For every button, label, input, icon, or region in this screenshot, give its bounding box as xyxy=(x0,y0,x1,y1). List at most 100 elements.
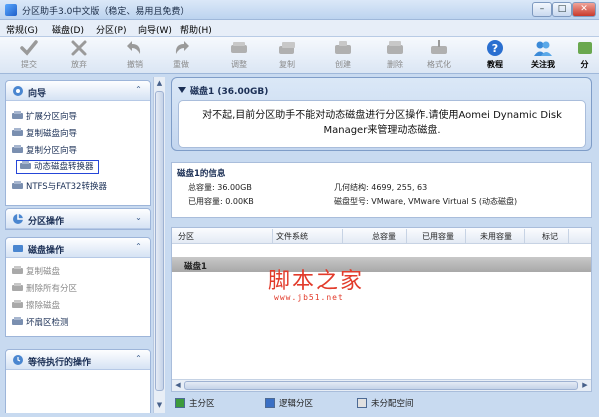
discard-button[interactable]: 放弃 xyxy=(60,39,98,72)
checkmark-icon xyxy=(20,40,38,56)
total-capacity: 总容量: 36.00GB xyxy=(188,183,252,192)
disk-copy-icon xyxy=(279,42,295,54)
disk-create-icon xyxy=(335,41,351,54)
disk-icon xyxy=(12,181,23,189)
menu-wizard[interactable]: 向导(W) xyxy=(138,23,172,36)
toolbar: 提交 放弃 撤销 重做 调整 复制 创建 删除 格式化 ? 教程 关注我 分 xyxy=(0,37,599,74)
chevron-up-icon[interactable]: ⌃ xyxy=(133,85,144,96)
disk-info-box: 磁盘1的信息 总容量: 36.00GB 已用容量: 0.00KB 几何结构: 4… xyxy=(171,162,592,218)
scrollbar-thumb[interactable] xyxy=(184,381,578,390)
col-partition[interactable]: 分区 xyxy=(178,231,194,242)
minimize-button[interactable]: – xyxy=(532,2,552,17)
menu-partition[interactable]: 分区(P) xyxy=(96,23,126,36)
sidebar-item-copy-disk-wizard[interactable]: 复制磁盘向导 xyxy=(12,127,77,140)
triangle-down-icon xyxy=(178,87,186,93)
copy-button[interactable]: 复制 xyxy=(268,39,306,72)
disk-header: 磁盘1 (36.00GB) xyxy=(178,84,268,97)
col-total[interactable]: 总容量 xyxy=(372,231,396,242)
table-header: 分区 文件系统 总容量 已用容量 未用容量 标记 xyxy=(172,228,591,244)
disk-icon xyxy=(12,145,23,153)
col-used[interactable]: 已用容量 xyxy=(422,231,454,242)
sidebar-scrollbar[interactable]: ▲ ▼ xyxy=(153,77,165,413)
follow-button[interactable]: 关注我 xyxy=(524,39,562,72)
sidebar-item-delete-all-partitions[interactable]: 删除所有分区 xyxy=(12,282,77,295)
watermark-text: 脚本之家 xyxy=(268,269,365,294)
share-button[interactable]: 分 xyxy=(570,39,599,72)
sidebar-item-copy-disk[interactable]: 复制磁盘 xyxy=(12,265,60,278)
wizard-icon xyxy=(13,86,23,96)
redo-button[interactable]: 重做 xyxy=(162,39,200,72)
pending-ops-panel: 等待执行的操作 ⌃ xyxy=(5,349,151,413)
partition-ops-panel-header[interactable]: 分区操作 ⌄ xyxy=(6,209,150,229)
redo-arrow-icon xyxy=(175,41,189,54)
partition-table: 分区 文件系统 总容量 已用容量 未用容量 标记 磁盘1 ◀ ▶ xyxy=(171,227,592,392)
tutorial-button[interactable]: ? 教程 xyxy=(476,39,514,72)
resize-button[interactable]: 调整 xyxy=(220,39,258,72)
legend-logical: 逻辑分区 xyxy=(265,397,313,409)
disk-ops-panel-header[interactable]: 磁盘操作 ⌃ xyxy=(6,238,150,258)
sidebar-item-ntfs-fat32-converter[interactable]: NTFS与FAT32转换器 xyxy=(12,180,107,193)
disk-icon xyxy=(20,161,31,169)
disk-delete-icon xyxy=(387,41,403,54)
scroll-right-icon[interactable]: ▶ xyxy=(580,380,590,391)
discard-x-icon xyxy=(71,40,87,56)
disk-icon xyxy=(12,317,23,325)
undo-button[interactable]: 撤销 xyxy=(116,39,154,72)
disk-geometry: 几何结构: 4699, 255, 63 xyxy=(334,183,428,192)
menu-disk[interactable]: 磁盘(D) xyxy=(52,23,84,36)
format-button[interactable]: 格式化 xyxy=(420,39,458,72)
disk-info-title: 磁盘1的信息 xyxy=(177,169,226,179)
share-icon xyxy=(577,42,592,54)
disk-ops-panel: 磁盘操作 ⌃ 复制磁盘 删除所有分区 擦除磁盘 坏扇区检测 xyxy=(5,237,151,337)
menu-general[interactable]: 常规(G) xyxy=(6,23,38,36)
legend-unallocated: 未分配空间 xyxy=(357,397,414,409)
chevron-up-icon[interactable]: ⌃ xyxy=(133,354,144,365)
main-panel: 磁盘1 (36.00GB) 对不起,目前分区助手不能对动态磁盘进行分区操作.请使… xyxy=(169,77,596,413)
unallocated-swatch xyxy=(357,398,367,408)
used-capacity: 已用容量: 0.00KB xyxy=(188,197,254,206)
disk-icon xyxy=(12,283,23,291)
sidebar-item-extend-partition-wizard[interactable]: 扩展分区向导 xyxy=(12,110,77,123)
sidebar-item-dynamic-disk-converter[interactable]: 动态磁盘转换器 xyxy=(16,160,99,174)
chevron-down-icon[interactable]: ⌄ xyxy=(133,213,144,224)
title-bar: 分区助手3.0中文版（稳定、易用且免费） – □ ✕ xyxy=(0,0,599,20)
primary-swatch xyxy=(175,398,185,408)
col-filesystem[interactable]: 文件系统 xyxy=(276,231,308,242)
table-horizontal-scrollbar[interactable]: ◀ ▶ xyxy=(172,379,591,391)
watermark: 脚本之家 www.jb51.net xyxy=(268,263,418,302)
maximize-button[interactable]: □ xyxy=(552,2,572,17)
scrollbar-thumb[interactable] xyxy=(155,91,164,391)
pending-icon xyxy=(13,355,23,365)
left-sidebar: 向导 ⌃ 扩展分区向导 复制磁盘向导 复制分区向导 动态磁盘转换器 NTFS与F… xyxy=(3,77,153,413)
close-button[interactable]: ✕ xyxy=(572,2,596,17)
col-free[interactable]: 未用容量 xyxy=(480,231,512,242)
menu-bar: 常规(G) 磁盘(D) 分区(P) 向导(W) 帮助(H) xyxy=(0,20,599,37)
sidebar-item-copy-partition-wizard[interactable]: 复制分区向导 xyxy=(12,144,77,157)
delete-button[interactable]: 删除 xyxy=(376,39,414,72)
people-icon xyxy=(534,41,552,56)
submit-button[interactable]: 提交 xyxy=(10,39,48,72)
pending-ops-panel-header[interactable]: 等待执行的操作 ⌃ xyxy=(6,350,150,370)
sidebar-item-bad-sector-check[interactable]: 坏扇区检测 xyxy=(12,316,69,329)
chevron-up-icon[interactable]: ⌃ xyxy=(133,242,144,253)
partition-legend: 主分区 逻辑分区 未分配空间 xyxy=(171,395,592,411)
col-flag[interactable]: 标记 xyxy=(542,231,558,242)
sidebar-item-wipe-disk[interactable]: 擦除磁盘 xyxy=(12,299,60,312)
warning-message: 对不起,目前分区助手不能对动态磁盘进行分区操作.请使用Aomei Dynamic… xyxy=(178,100,586,148)
svg-text:?: ? xyxy=(492,42,498,55)
disk-ops-icon xyxy=(13,245,23,252)
window-title: 分区助手3.0中文版（稳定、易用且免费） xyxy=(22,7,190,17)
disk-icon xyxy=(12,266,23,274)
logical-swatch xyxy=(265,398,275,408)
create-button[interactable]: 创建 xyxy=(324,39,362,72)
scroll-down-icon[interactable]: ▼ xyxy=(155,400,164,411)
legend-primary: 主分区 xyxy=(175,397,215,409)
partition-icon xyxy=(13,214,23,224)
disk-resize-icon xyxy=(231,42,247,53)
disk-icon xyxy=(12,111,23,119)
scroll-up-icon[interactable]: ▲ xyxy=(155,78,164,89)
scroll-left-icon[interactable]: ◀ xyxy=(173,380,183,391)
wizard-panel-header[interactable]: 向导 ⌃ xyxy=(6,81,150,101)
undo-arrow-icon xyxy=(127,41,141,54)
menu-help[interactable]: 帮助(H) xyxy=(180,23,212,36)
